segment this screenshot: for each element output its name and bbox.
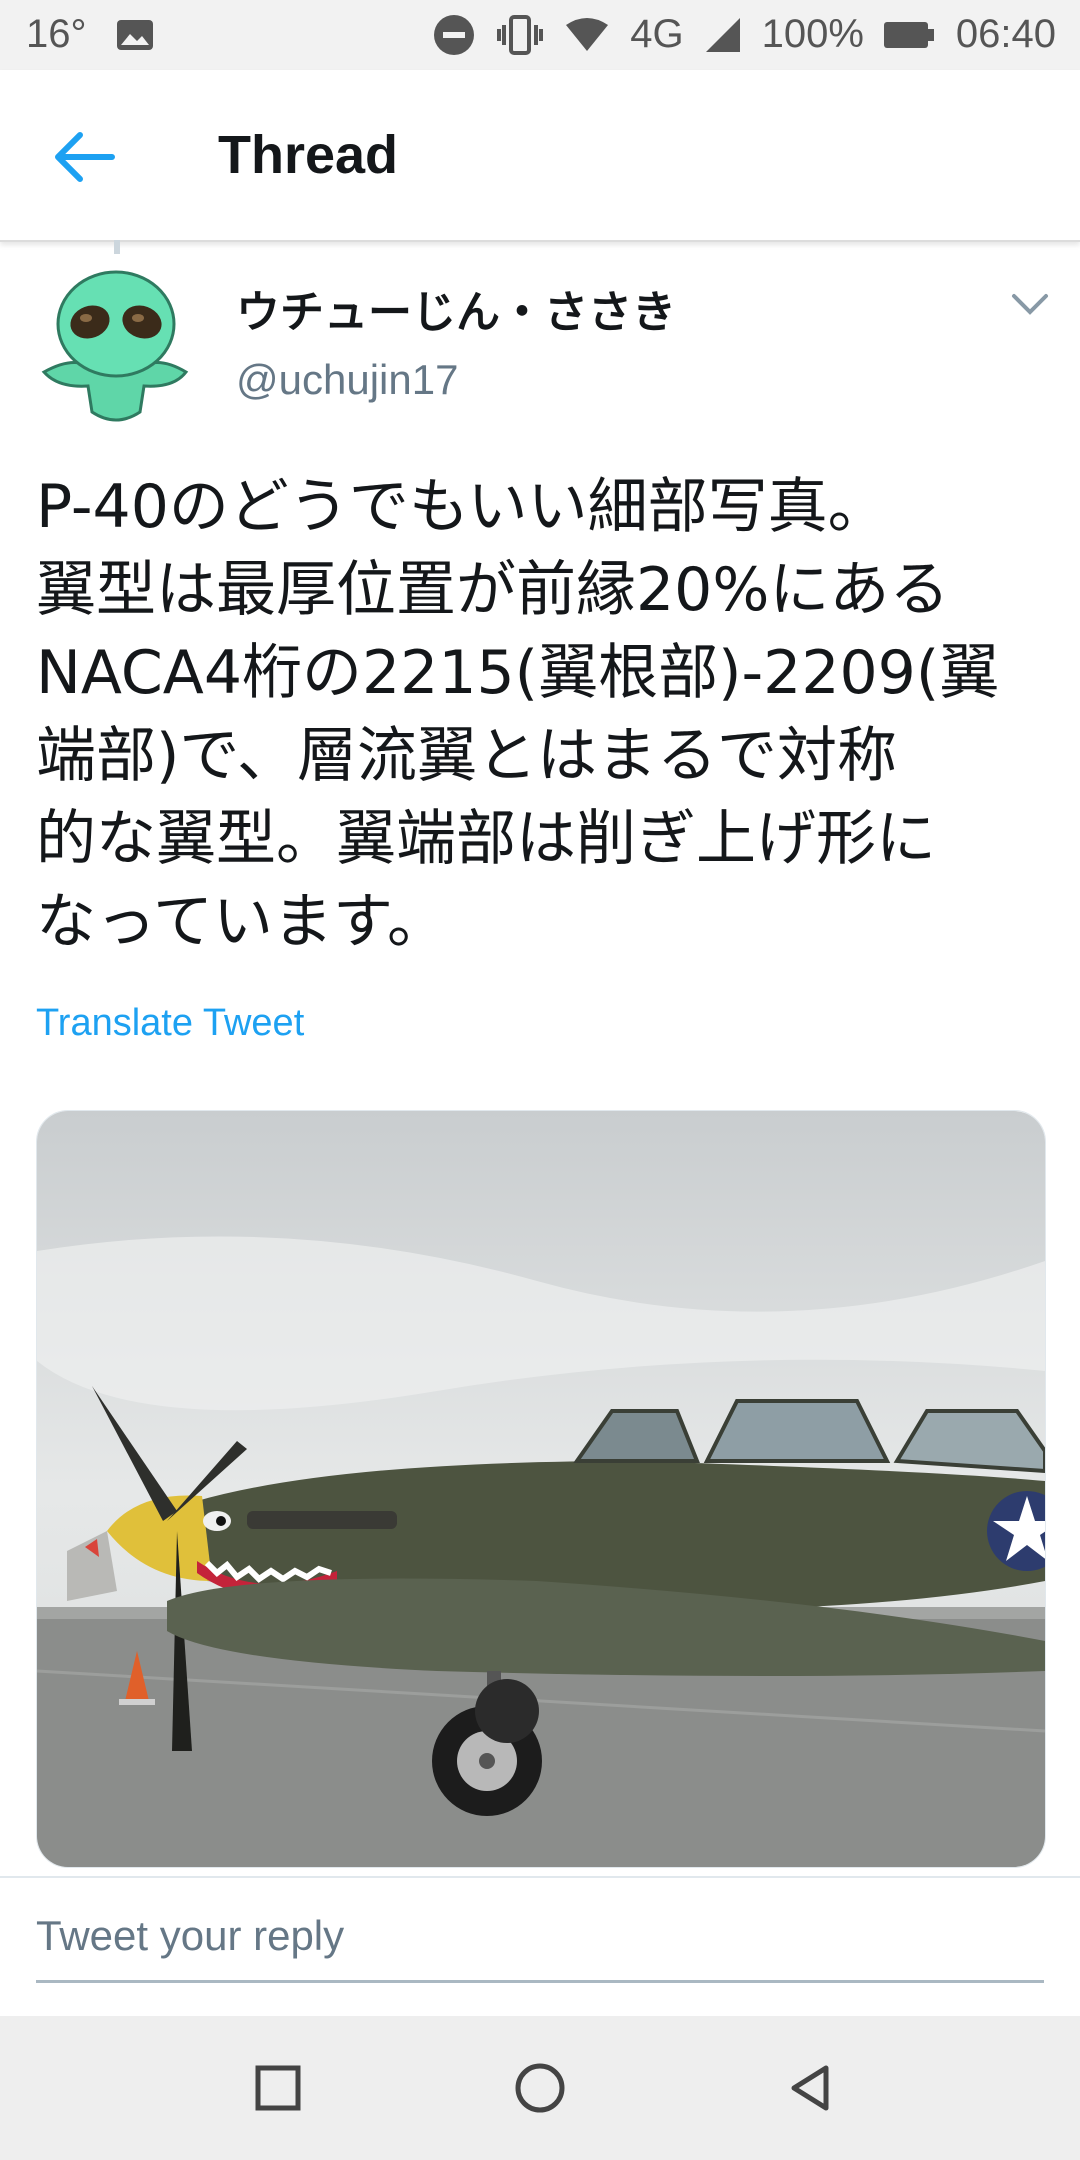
alien-avatar[interactable] [36,262,196,432]
page-title: Thread [218,125,399,185]
reply-bar: Tweet your reply [0,1876,1080,2018]
system-nav-bar [0,2016,1080,2160]
thread-connector-line [114,240,120,254]
author-handle[interactable]: @uchujin17 [236,356,458,404]
battery-icon [883,20,936,50]
network-type: 4G [630,12,684,56]
status-bar: 16° 4G 100% 06:40 [0,0,1080,70]
app-header: Thread [0,70,1080,242]
tweet-text: P-40のどうでもいい細部写真。 翼型は最厚位置が前縁20%にある NACA4桁… [36,472,1000,957]
temperature: 16° [26,12,87,56]
image-icon [115,17,155,53]
vibrate-icon [496,13,544,57]
battery-percent: 100% [761,12,864,56]
signal-icon [704,16,742,54]
do-not-disturb-icon [432,13,476,57]
clock: 06:40 [955,12,1056,56]
translate-tweet-link[interactable]: Translate Tweet [36,1002,304,1045]
back-arrow-icon[interactable] [50,122,120,192]
tweet-photo[interactable] [36,1110,1046,1868]
home-circle-icon[interactable] [512,2060,568,2116]
author-display-name[interactable]: ウチューじん・ささき [236,276,676,340]
recents-square-icon[interactable] [250,2060,306,2116]
wifi-icon [564,17,610,53]
reply-input[interactable]: Tweet your reply [36,1912,1044,1983]
chevron-down-icon[interactable] [1010,290,1050,320]
back-triangle-icon[interactable] [782,2060,838,2116]
